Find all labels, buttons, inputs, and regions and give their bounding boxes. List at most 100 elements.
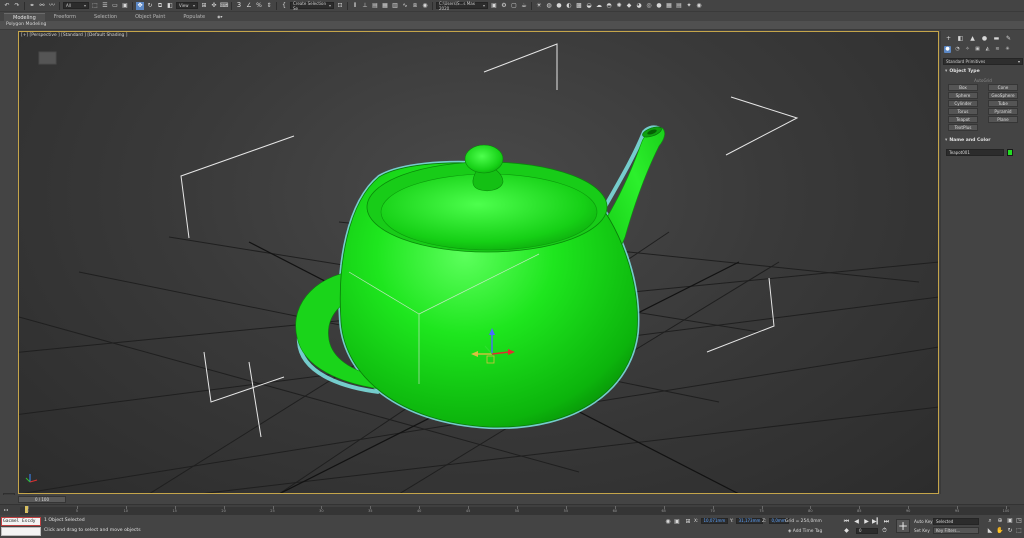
systems-icon[interactable]: ✳ [1004, 46, 1011, 53]
maximize-viewport-icon[interactable]: ⬚ [1015, 527, 1023, 535]
box-button[interactable]: Box [948, 84, 978, 91]
named-selection-icon[interactable]: ⊡ [336, 2, 344, 10]
time-configuration-icon[interactable]: ⏱ [880, 527, 889, 534]
trackbar-filter-icon[interactable]: ▸◂ [4, 507, 8, 512]
pan-view-icon[interactable]: ✋ [996, 527, 1004, 535]
absolute-mode-icon[interactable]: ⊞ [684, 518, 692, 526]
set-key-button[interactable]: Set Key [914, 528, 930, 533]
select-rotate-icon[interactable]: ↻ [146, 2, 154, 10]
window-crossing-icon[interactable]: ▣ [121, 2, 129, 10]
x-coordinate-field[interactable]: 10,071mm [700, 518, 729, 524]
reflection-icon[interactable]: ◐ [565, 2, 573, 10]
environment-icon[interactable]: ◍ [545, 2, 553, 10]
color-picker-icon[interactable]: ● [655, 2, 663, 10]
display-tab-icon[interactable]: ▬ [993, 35, 1000, 42]
helpers-icon[interactable]: ◭ [984, 46, 991, 53]
render-frame-icon[interactable]: ▩ [575, 2, 583, 10]
redo-icon[interactable]: ↷ [13, 2, 21, 10]
viewport-scene[interactable] [19, 32, 939, 494]
cameras-icon[interactable]: ▣ [974, 46, 981, 53]
name-color-rollout-header[interactable]: ▾ Name and Color [943, 137, 1023, 145]
perspective-viewport[interactable]: [+] [Perspective ] [Standard ] [Default … [18, 31, 939, 494]
snaps-toggle-icon[interactable]: 3 [235, 2, 243, 10]
project-folder-icon[interactable]: ▣ [490, 2, 498, 10]
align-icon[interactable]: ⊥ [361, 2, 369, 10]
arnold-icon[interactable]: ◆ [625, 2, 633, 10]
rendered-frame-window-icon[interactable]: ▢ [510, 2, 518, 10]
render-setup-icon[interactable]: ⚙ [500, 2, 508, 10]
current-frame-field[interactable]: 0 [856, 528, 878, 534]
keyboard-shortcut-icon[interactable]: ⌨ [220, 2, 229, 10]
named-selection-set-dropdown[interactable]: Create Selection Se ▾ [290, 1, 334, 11]
viewcube[interactable] [38, 51, 57, 65]
select-scale-icon[interactable]: ⧉ [156, 2, 164, 10]
tab-modeling[interactable]: Modeling [4, 13, 45, 21]
tab-selection[interactable]: Selection [85, 13, 126, 21]
go-to-start-icon[interactable]: ⏮ [842, 518, 851, 525]
plane-button[interactable]: Plane [988, 115, 1018, 123]
maxscript-listener-output[interactable] [1, 527, 41, 536]
select-place-icon[interactable]: ◧ [166, 2, 174, 10]
select-object-icon[interactable]: ⬚ [91, 2, 99, 10]
ribbon-panel-label[interactable]: Polygon Modeling [6, 22, 46, 27]
sphere-button[interactable]: Sphere [948, 91, 978, 99]
maxscript-listener-input[interactable]: Gacmel Escdy [1, 517, 41, 526]
teapot-render-icon[interactable]: ◕ [635, 2, 643, 10]
lights-icon[interactable]: ✧ [964, 46, 971, 53]
grid-icon[interactable]: ▦ [665, 2, 673, 10]
create-tab-icon[interactable]: + [945, 35, 952, 42]
toggle-layer-explorer-icon[interactable]: ▦ [381, 2, 389, 10]
orbit-icon[interactable]: ↻ [1006, 527, 1014, 535]
object-name-field[interactable]: Teapot001 [946, 149, 1004, 156]
primitive-category-dropdown[interactable]: Standard Primitives ▾ [943, 58, 1023, 65]
key-mode-icon[interactable]: ◆ [842, 527, 851, 534]
edit-named-selection-icon[interactable]: { [280, 2, 288, 10]
go-to-end-icon[interactable]: ⏭ [882, 518, 891, 525]
geosphere-button[interactable]: GeoSphere [988, 91, 1018, 99]
rectangle-region-icon[interactable]: ▭ [111, 2, 119, 10]
cloud-render-icon[interactable]: ☁ [595, 2, 603, 10]
selection-lock-icon[interactable]: ▣ [673, 518, 681, 526]
utilities-tab-icon[interactable]: ✎ [1005, 35, 1012, 42]
schematic-view-icon[interactable]: ⧈ [411, 2, 419, 10]
material-editor-icon[interactable]: ◉ [421, 2, 429, 10]
project-folder-dropdown[interactable]: C:\Users\S...s Max 2020 ▾ [436, 1, 488, 11]
track-bar[interactable]: ▸◂ 0 5 10 15 20 25 30 35 40 45 50 55 60 65 70 75 80 85 90 9… [0, 504, 1024, 515]
previous-frame-icon[interactable]: ◀ [852, 518, 861, 525]
isolate-selection-icon[interactable]: ◉ [664, 518, 672, 526]
object-type-rollout-header[interactable]: ▾ Object Type [943, 68, 1023, 76]
settings-icon[interactable]: ✦ [685, 2, 693, 10]
teapot-button[interactable]: Teapot [948, 115, 978, 123]
set-key-plus-button[interactable]: + [896, 519, 910, 533]
a360-icon[interactable]: ◓ [605, 2, 613, 10]
zoom-extents-all-icon[interactable]: ◳ [1015, 517, 1023, 525]
modify-tab-icon[interactable]: ◧ [957, 35, 964, 42]
select-move-icon[interactable]: ✥ [136, 1, 144, 10]
key-filters-button[interactable]: Key Filters... [933, 527, 979, 534]
hierarchy-tab-icon[interactable]: ▲ [969, 35, 976, 42]
tube-button[interactable]: Tube [988, 99, 1018, 107]
light-icon[interactable]: ✺ [615, 2, 623, 10]
auto-key-button[interactable]: Auto Key [914, 519, 933, 524]
field-of-view-icon[interactable]: ◣ [986, 527, 994, 535]
time-slider-thumb[interactable]: 0 / 100 [18, 496, 66, 503]
toggle-ribbon-icon[interactable]: ▥ [391, 2, 399, 10]
link-icon[interactable]: ⚭ [28, 2, 36, 10]
ribbon-options-icon[interactable]: ◉▾ [214, 13, 226, 21]
zoom-icon[interactable]: ⌕ [986, 517, 994, 525]
percent-snap-icon[interactable]: % [255, 2, 263, 10]
bind-spacewarp-icon[interactable]: 〰 [48, 2, 56, 10]
select-manipulate-icon[interactable]: ✜ [210, 2, 218, 10]
pivot-icon[interactable]: ⊞ [200, 2, 208, 10]
shapes-icon[interactable]: ◔ [954, 46, 961, 53]
reference-coordinate-dropdown[interactable]: View ▾ [176, 2, 198, 9]
autogrid-checkbox[interactable]: AutoGrid [941, 78, 1024, 83]
curve-editor-icon[interactable]: ∿ [401, 2, 409, 10]
teapot-object[interactable] [295, 125, 665, 430]
select-by-name-icon[interactable]: ☰ [101, 2, 109, 10]
toggle-scene-explorer-icon[interactable]: ▤ [371, 2, 379, 10]
sun-positioner-icon[interactable]: ☀ [535, 2, 543, 10]
tab-object-paint[interactable]: Object Paint [126, 13, 174, 21]
help-icon[interactable]: ◉ [695, 2, 703, 10]
render-icon[interactable]: ☕ [520, 2, 528, 10]
